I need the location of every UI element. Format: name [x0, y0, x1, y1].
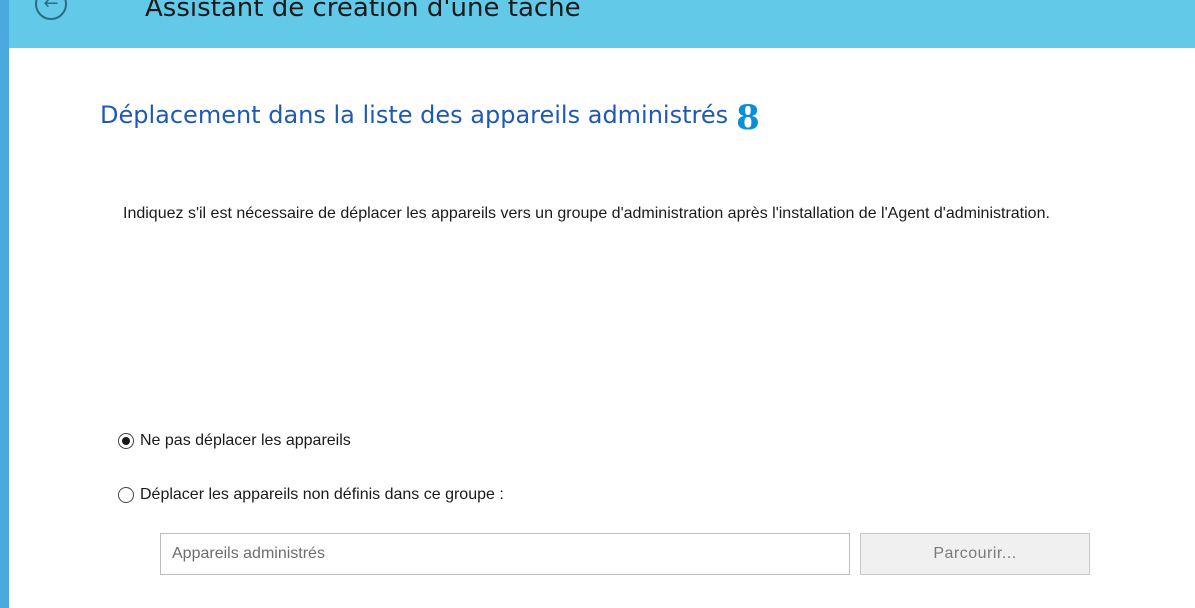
browse-button[interactable]: Parcourir...: [860, 533, 1090, 575]
wizard-title: Assistant de création d'une tâche: [145, 0, 581, 23]
radio-unselected-icon[interactable]: [118, 487, 134, 503]
title-bar: ← Assistant de création d'une tâche: [9, 0, 1195, 48]
back-arrow-icon[interactable]: ←: [35, 0, 67, 20]
radio-do-not-move[interactable]: Ne pas déplacer les appareils: [118, 432, 351, 450]
window-left-border: [0, 0, 9, 608]
page-title: Déplacement dans la liste des appareils …: [100, 97, 760, 136]
step-number: 8: [736, 98, 760, 138]
radio-selected-icon[interactable]: [118, 433, 134, 449]
radio-do-not-move-label: Ne pas déplacer les appareils: [140, 432, 351, 449]
target-group-field[interactable]: [160, 533, 850, 575]
page-description: Indiquez s'il est nécessaire de déplacer…: [123, 205, 1050, 222]
radio-move-to-group[interactable]: Déplacer les appareils non définis dans …: [118, 486, 504, 504]
page-title-text: Déplacement dans la liste des appareils …: [100, 101, 729, 129]
radio-move-to-group-label: Déplacer les appareils non définis dans …: [140, 486, 504, 503]
